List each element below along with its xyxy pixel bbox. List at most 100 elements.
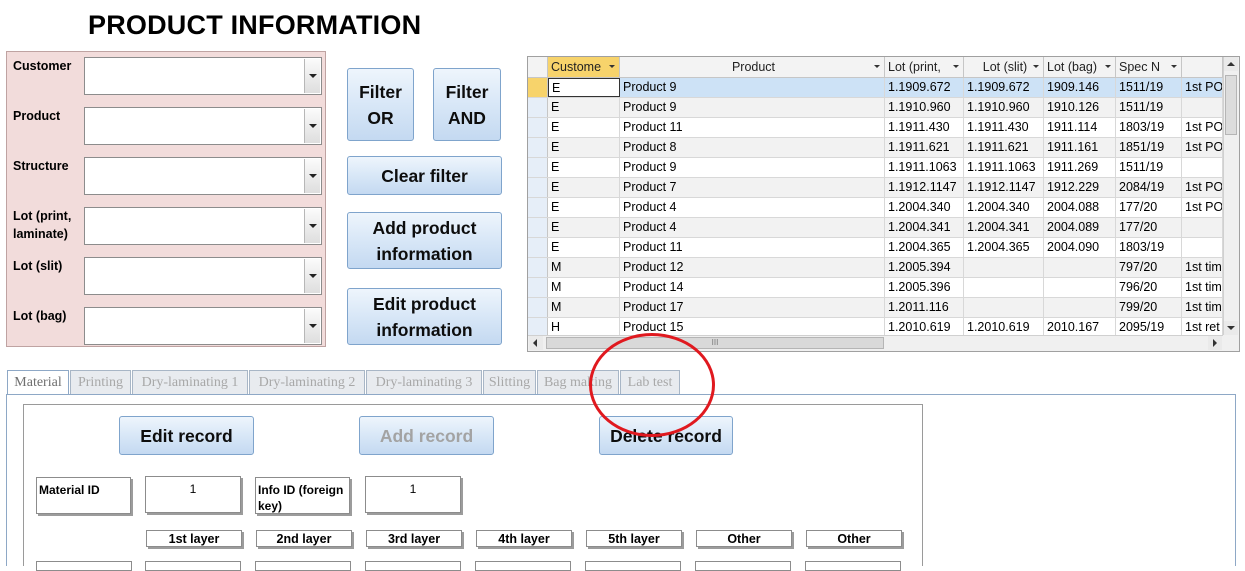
cell-lot-bag[interactable] — [1044, 298, 1116, 317]
product-combobox[interactable] — [84, 107, 322, 145]
cell-lot-bag[interactable]: 2004.089 — [1044, 218, 1116, 237]
cell-product[interactable]: Product 7 — [620, 178, 885, 197]
cell-extra[interactable]: 1st PO — [1182, 78, 1223, 97]
layer-field-5th[interactable] — [585, 561, 681, 571]
cell-lot-slit[interactable]: 1.1911.1063 — [964, 158, 1044, 177]
cell-extra[interactable]: 1st PO — [1182, 138, 1223, 157]
cell-spec-no[interactable]: 1511/19 — [1116, 78, 1182, 97]
cell-lot-bag[interactable] — [1044, 278, 1116, 297]
row-selector[interactable] — [528, 158, 548, 177]
table-row[interactable]: E Product 11 1.2004.365 1.2004.365 2004.090 1… — [528, 238, 1223, 258]
sort-arrow-icon[interactable] — [1033, 65, 1039, 68]
cell-lot-print[interactable]: 1.1911.1063 — [885, 158, 964, 177]
cell-lot-slit[interactable]: 1.1911.621 — [964, 138, 1044, 157]
scroll-up-button[interactable] — [1224, 57, 1238, 71]
clear-filter-button[interactable]: Clear filter — [347, 156, 502, 195]
layer-field-3rd[interactable] — [365, 561, 461, 571]
cell-lot-print[interactable]: 1.2004.365 — [885, 238, 964, 257]
row-selector[interactable] — [528, 138, 548, 157]
table-row[interactable]: M Product 14 1.2005.396 796/20 1st tim — [528, 278, 1223, 298]
cell-spec-no[interactable]: 177/20 — [1116, 198, 1182, 217]
cell-lot-bag[interactable] — [1044, 258, 1116, 277]
cell-product[interactable]: Product 4 — [620, 218, 885, 237]
cell-lot-slit[interactable]: 1.1909.672 — [964, 78, 1044, 97]
cell-lot-slit[interactable] — [964, 258, 1044, 277]
chevron-down-icon[interactable] — [304, 159, 320, 193]
table-row[interactable]: M Product 17 1.2011.116 799/20 1st tim — [528, 298, 1223, 318]
edit-record-button[interactable]: Edit record — [119, 416, 254, 455]
column-header-lot-slit[interactable]: Lot (slit) — [964, 57, 1044, 77]
column-header-spec-no[interactable]: Spec N — [1116, 57, 1182, 77]
cell-spec-no[interactable]: 1511/19 — [1116, 98, 1182, 117]
cell-customer[interactable]: E — [548, 98, 620, 117]
info-id-field[interactable]: 1 — [365, 476, 461, 513]
cell-lot-print[interactable]: 1.2004.340 — [885, 198, 964, 217]
cell-lot-print[interactable]: 1.1911.430 — [885, 118, 964, 137]
cell-lot-print[interactable]: 1.2004.341 — [885, 218, 964, 237]
scroll-down-button[interactable] — [1224, 321, 1238, 335]
cell-extra[interactable]: 1st tim — [1182, 298, 1223, 317]
cell-product[interactable]: Product 11 — [620, 238, 885, 257]
tab-material[interactable]: Material — [7, 370, 69, 396]
row-selector[interactable] — [528, 238, 548, 257]
cell-customer[interactable]: E — [548, 238, 620, 257]
cell-extra[interactable]: 1st tim — [1182, 278, 1223, 297]
lot-slit-combobox[interactable] — [84, 257, 322, 295]
table-row[interactable]: E Product 9 1.1911.1063 1.1911.1063 1911.269… — [528, 158, 1223, 178]
layer-field-4th[interactable] — [475, 561, 571, 571]
cell-spec-no[interactable]: 1803/19 — [1116, 238, 1182, 257]
cell-lot-bag[interactable]: 1910.126 — [1044, 98, 1116, 117]
cell-customer[interactable]: E — [548, 138, 620, 157]
cell-extra[interactable] — [1182, 218, 1223, 237]
cell-lot-bag[interactable]: 1911.161 — [1044, 138, 1116, 157]
row-selector[interactable] — [528, 218, 548, 237]
cell-product[interactable]: Product 4 — [620, 198, 885, 217]
cell-lot-slit[interactable]: 1.2004.365 — [964, 238, 1044, 257]
sort-arrow-icon[interactable] — [1105, 65, 1111, 68]
cell-product[interactable]: Product 9 — [620, 98, 885, 117]
cell-lot-print[interactable]: 1.1911.621 — [885, 138, 964, 157]
table-row[interactable]: E Product 9 1.1910.960 1.1910.960 1910.126 15… — [528, 98, 1223, 118]
row-selector[interactable] — [528, 278, 548, 297]
cell-lot-slit[interactable]: 1.1911.430 — [964, 118, 1044, 137]
filter-or-button[interactable]: Filter OR — [347, 68, 414, 141]
layer-field-other-2[interactable] — [805, 561, 901, 571]
vertical-scrollbar[interactable] — [1223, 57, 1239, 335]
cell-lot-bag[interactable]: 2004.088 — [1044, 198, 1116, 217]
row-selector[interactable] — [528, 78, 548, 97]
add-record-button[interactable]: Add record — [359, 416, 494, 455]
cell-lot-print[interactable]: 1.1909.672 — [885, 78, 964, 97]
scroll-left-button[interactable] — [529, 336, 543, 350]
sort-arrow-icon[interactable] — [609, 65, 615, 68]
cell-lot-slit[interactable] — [964, 278, 1044, 297]
cell-lot-print[interactable]: 1.1910.960 — [885, 98, 964, 117]
cell-product[interactable]: Product 8 — [620, 138, 885, 157]
edit-product-info-button[interactable]: Edit product information — [347, 288, 502, 345]
cell-extra[interactable] — [1182, 158, 1223, 177]
row-selector[interactable] — [528, 298, 548, 317]
customer-combobox[interactable] — [84, 57, 322, 95]
cell-customer[interactable]: E — [548, 218, 620, 237]
chevron-down-icon[interactable] — [304, 109, 320, 143]
cell-product[interactable]: Product 14 — [620, 278, 885, 297]
cell-lot-bag[interactable]: 1909.146 — [1044, 78, 1116, 97]
table-row[interactable]: E Product 11 1.1911.430 1.1911.430 1911.114 1… — [528, 118, 1223, 138]
cell-lot-bag[interactable]: 1911.269 — [1044, 158, 1116, 177]
cell-extra[interactable]: 1st tim — [1182, 258, 1223, 277]
layer-field-1st[interactable] — [145, 561, 241, 571]
cell-extra[interactable] — [1182, 98, 1223, 117]
cell-spec-no[interactable]: 1851/19 — [1116, 138, 1182, 157]
chevron-down-icon[interactable] — [304, 59, 320, 93]
table-row[interactable]: E Product 4 1.2004.340 1.2004.340 2004.088 17… — [528, 198, 1223, 218]
cell-customer[interactable]: E — [548, 158, 620, 177]
sort-arrow-icon[interactable] — [1171, 65, 1177, 68]
chevron-down-icon[interactable] — [304, 259, 320, 293]
filter-and-button[interactable]: Filter AND — [433, 68, 501, 141]
cell-product[interactable]: Product 12 — [620, 258, 885, 277]
scroll-right-button[interactable] — [1208, 336, 1222, 350]
column-header-lot-bag[interactable]: Lot (bag) — [1044, 57, 1116, 77]
cell-lot-print[interactable]: 1.1912.1147 — [885, 178, 964, 197]
row-selector[interactable] — [528, 178, 548, 197]
cell-lot-print[interactable]: 1.2005.394 — [885, 258, 964, 277]
cell-extra[interactable] — [1182, 238, 1223, 257]
